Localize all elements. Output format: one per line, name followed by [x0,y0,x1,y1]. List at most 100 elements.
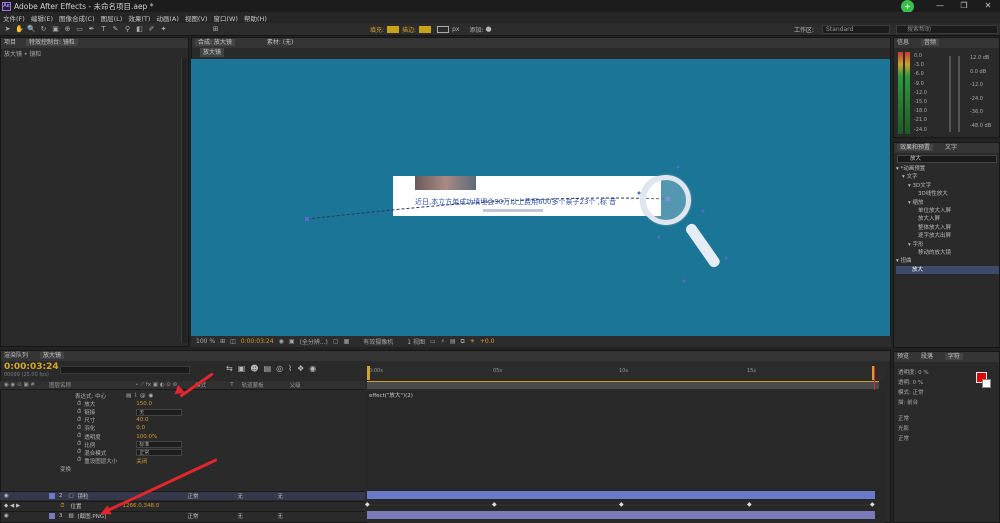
stopwatch-icon[interactable]: ⏱ [77,441,81,448]
expr-graph-icon[interactable]: ⌇ [134,393,137,399]
tree-item[interactable]: ▾ 缩放 [896,199,999,207]
transform-label[interactable]: 变换 [60,465,71,473]
zoom-select[interactable]: 100 % [196,338,215,345]
compflow-icon[interactable]: ⇆ [226,364,233,373]
stopwatch-icon[interactable]: ⏱ [77,457,81,464]
audio-slider-left[interactable] [949,56,951,132]
layer-parent-dropdown[interactable]: 无 [278,492,314,500]
transparency-grid-icon[interactable]: ▦ [344,338,350,345]
keyframe-icon[interactable]: ◆ [492,501,497,508]
property-value[interactable]: 40.0 [136,417,148,423]
camera-select[interactable]: 有效摄像机 [363,337,393,346]
property-dropdown[interactable]: 正常 [136,449,183,457]
magnifier-glass-icon[interactable] [641,175,691,225]
tab-preview[interactable]: 预览 [897,353,909,360]
menu-file[interactable]: 文件(F) [3,13,25,23]
pixel-aspect-icon[interactable]: ▭ [430,338,436,345]
timeline-ruler[interactable]: 0:00s 05s 10s 15s [367,366,885,380]
roto-tool-icon[interactable]: ✐ [147,25,156,34]
keyframe-icon[interactable]: ◆ [747,501,752,508]
menu-animation[interactable]: 动画(A) [156,13,179,23]
zoom-tool-icon[interactable]: 🔍 [27,25,36,34]
resolution-select[interactable]: (全分辨...) [299,337,327,346]
clone-tool-icon[interactable]: ⚲ [123,25,132,34]
maximize-button[interactable]: ❐ [952,0,976,12]
fill-swatch[interactable] [387,25,400,33]
property-value[interactable]: 关闭 [136,457,147,465]
tree-item[interactable]: ▾ 3D文字 [896,182,999,190]
layer-row[interactable]: ◉ 2 ▢ 镜粒 正常 无 无 [0,491,365,500]
layer-mode-dropdown[interactable]: 正常 [188,492,224,500]
close-button[interactable]: ✕ [976,0,1000,12]
left-panel-scrollbar[interactable] [181,58,187,343]
col-layer-name[interactable]: 图层名称 [49,381,71,389]
flowchart-icon[interactable]: ⧉ [461,338,465,346]
tree-item-selected[interactable]: 放大 [896,265,999,275]
graph-editor-icon[interactable]: ⌇ [288,364,292,373]
char-field[interactable]: 光影 [898,424,929,434]
brainstorm-icon[interactable]: ❖ [297,364,304,373]
audio-slider-right[interactable] [958,56,960,132]
property-value[interactable]: 0.0 [136,425,145,431]
stopwatch-icon[interactable]: ⏱ [77,417,81,424]
expr-language-icon[interactable]: ◉ [149,393,154,399]
char-field[interactable]: 描: 前台 [898,398,929,408]
col-parent[interactable]: 父级 [290,381,301,389]
layer-duration-bar[interactable] [367,511,875,519]
expression-text[interactable]: effect("放大")(2) [369,391,413,399]
layer-parent-dropdown[interactable]: 无 [278,512,314,520]
layer-row[interactable]: ◉ 3 ▨ [截图.PNG] 正常 无 无 [0,511,365,520]
tree-item[interactable]: ▾ 字形 [896,241,999,249]
char-field[interactable]: 透明度: 0 % [898,368,929,378]
time-marker-start[interactable] [367,366,370,380]
tab-paragraph[interactable]: 段落 [921,353,933,360]
position-value[interactable]: 1266.0,348.0 [122,503,159,509]
tree-item[interactable]: ▾ 扭曲 [896,257,999,265]
stopwatch-icon[interactable]: ⏱ [77,401,81,408]
stroke-width-swatch[interactable] [437,25,450,33]
char-field[interactable]: 透明: 0 % [898,378,929,388]
shy-icon[interactable]: ☻ [250,364,258,373]
tab-composition[interactable]: 合成: 放大镜 [195,39,235,46]
stopwatch-icon[interactable]: ⏱ [77,409,81,416]
effects-search-input[interactable]: 放大 [897,155,997,163]
snapshot-icon[interactable]: ◉ [279,338,284,345]
composition-canvas[interactable]: 近日,本立方单成功填埋会90万以上费用600多个亲子23个 ,标 音 [191,59,890,336]
comp-subtab[interactable]: 放大镜 [200,48,225,57]
expr-pickwhip-icon[interactable]: @ [140,393,146,399]
property-value[interactable]: 100.0% [136,434,157,440]
puppet-tool-icon[interactable]: ✦ [159,25,168,34]
menu-window[interactable]: 窗口(W) [213,13,238,23]
show-channel-icon[interactable]: ▣ [289,338,295,345]
menu-help[interactable]: 帮助(H) [244,13,267,23]
layer-trackmatte-dropdown[interactable]: 无 [238,512,268,520]
stroke-color-swatch[interactable] [982,379,991,388]
motion-blur-icon[interactable]: ◎ [276,364,283,373]
char-field[interactable]: 正常 [898,414,929,424]
tree-item[interactable]: 放大入屏 [896,215,999,223]
col-trackmatte[interactable]: 轨道蒙板 [242,381,264,389]
menu-edit[interactable]: 编辑(E) [31,13,53,23]
keyframe-icon[interactable]: ◆ [870,501,875,508]
keyframe-nav-icon[interactable]: ◉ [309,364,316,373]
mask-tool-icon[interactable]: ▭ [75,25,84,34]
tree-item[interactable]: ▾ *动画预置 [896,165,999,173]
tree-item[interactable]: 单位放大入屏 [896,207,999,215]
stopwatch-icon[interactable]: ⏱ [77,449,81,456]
camera-tool-icon[interactable]: ▣ [51,25,60,34]
tab-timeline-comp[interactable]: 放大镜 [39,352,64,359]
col-t[interactable]: T [230,382,233,388]
char-field[interactable]: 正常 [898,434,929,444]
stopwatch-icon[interactable]: ⏱ [77,425,81,432]
layer-label-color[interactable] [48,493,55,499]
selection-tool-icon[interactable]: ➤ [3,25,12,34]
keyframe-icon[interactable]: ◆ [619,501,624,508]
grid-icon[interactable]: ⊞ [220,338,225,345]
add-icon[interactable]: ● [485,25,491,33]
tab-footage[interactable]: 素材: (无) [267,39,294,46]
tree-item[interactable]: 逐字放大出屏 [896,232,999,240]
current-time-display[interactable]: 0:00:03:24 [241,338,274,345]
keyframe-nav-icon[interactable]: ◆ ◀ ▶ [4,503,20,509]
tab-project[interactable]: 项目 [4,39,16,46]
roi-icon[interactable]: ▢ [333,338,339,345]
